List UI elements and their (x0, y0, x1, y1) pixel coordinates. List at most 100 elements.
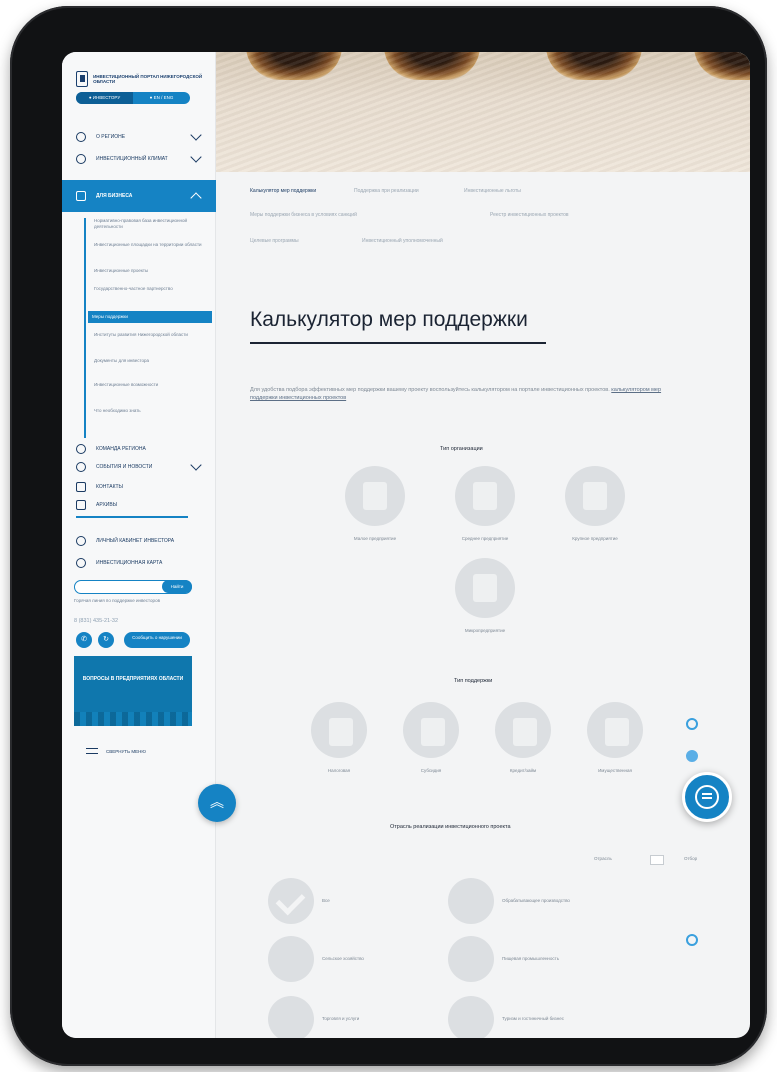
chat-button[interactable] (682, 772, 732, 822)
industry-option[interactable]: Обрабатывающее производство (448, 878, 628, 924)
support-type-label: Имущественная (598, 768, 632, 773)
collapse-icon (86, 748, 98, 754)
subnav-item[interactable]: Институты развития Нижегородской области (94, 332, 206, 338)
support-type-title: Тип поддержки (454, 678, 493, 684)
tab-calculator[interactable]: Калькулятор мер поддержки (250, 188, 316, 194)
search-button[interactable]: Найти (162, 580, 192, 593)
trade-icon (268, 996, 314, 1038)
report-violation-button[interactable]: Сообщить о нарушении (124, 632, 190, 648)
sidebar-item-news[interactable]: СОБЫТИЯ И НОВОСТИ (76, 458, 206, 476)
tab-invest-benefits[interactable]: Инвестиционные льготы (464, 188, 521, 194)
industry-label: Торговля и услуги (322, 1016, 360, 1022)
sidebar-item-label: ИНВЕСТИЦИОННАЯ КАРТА (96, 560, 163, 566)
industry-label: Сельское хозяйство (322, 956, 364, 962)
coat-of-arms-icon (76, 71, 89, 87)
scroll-to-top-button[interactable]: ︽ (198, 784, 236, 822)
industry-label: Обрабатывающее производство (502, 898, 570, 904)
lang-option-investor[interactable]: ● ИНВЕСТОРУ (76, 92, 133, 104)
phone-icon[interactable]: ✆ (76, 632, 92, 648)
subnav-item-active[interactable]: Меры поддержки (88, 311, 212, 323)
sidebar-item-label: ДЛЯ БИЗНЕСА (96, 193, 133, 199)
person-icon (76, 132, 86, 142)
tab-invest-ombudsman[interactable]: Инвестиционный уполномоченный (362, 238, 443, 244)
tab-sanctions-support[interactable]: Меры поддержки бизнеса в условиях санкци… (250, 212, 357, 218)
language-toggle[interactable]: ● ИНВЕСТОРУ ● EN / ENG (76, 92, 190, 104)
radio-option-selected[interactable] (686, 750, 698, 762)
support-type-option[interactable]: Имущественная (560, 702, 670, 773)
sidebar-item-label: СОБЫТИЯ И НОВОСТИ (96, 464, 153, 470)
intro-text: Для удобства подбора эффективных мер под… (250, 387, 610, 393)
hero-image (216, 52, 750, 172)
industry-option[interactable]: Сельское хозяйство (268, 936, 448, 982)
subnav-item[interactable]: Инвестиционные проекты (94, 268, 206, 274)
contacts-icon (76, 482, 86, 492)
sort-toggle[interactable] (650, 855, 664, 865)
subnav-item[interactable]: Инвестиционные возможности (94, 382, 206, 388)
sidebar-subnav: Нормативно-правовая база инвестиционной … (84, 218, 212, 438)
subnav-item[interactable]: Инвестиционные площадки на территории об… (94, 242, 206, 248)
org-type-label: Микропредприятие (464, 628, 506, 633)
org-type-option[interactable]: Малое предприятие (320, 466, 430, 541)
org-type-option[interactable]: Среднее предприятие (430, 466, 540, 541)
promo-decoration (74, 712, 192, 726)
industry-label: Все (322, 898, 330, 904)
radio-option[interactable] (686, 718, 698, 730)
subnav-item[interactable]: Государственно-частное партнерство (94, 286, 206, 292)
sidebar-item-team[interactable]: КОМАНДА РЕГИОНА (76, 440, 206, 458)
sidebar-item-investor-cabinet[interactable]: ЛИЧНЫЙ КАБИНЕТ ИНВЕСТОРА (76, 532, 206, 550)
small-business-icon (345, 466, 405, 526)
sort-label-left: Отрасль (594, 856, 612, 861)
industry-title: Отрасль реализации инвестиционного проек… (390, 824, 511, 830)
org-type-option[interactable]: Микропредприятие (430, 558, 540, 633)
screen: ИНВЕСТИЦИОННЫЙ ПОРТАЛ НИЖЕГОРОДСКОЙ ОБЛА… (62, 52, 750, 1038)
promo-text: ВОПРОСЫ В ПРЕДПРИЯТИЯХ ОБЛАСТИ (82, 676, 184, 682)
sidebar-item-business[interactable]: ДЛЯ БИЗНЕСА (62, 180, 216, 212)
chevron-down-icon (190, 459, 202, 471)
org-type-label: Малое предприятие (353, 536, 397, 541)
search-input[interactable]: Найти (74, 580, 192, 594)
subnav-item[interactable]: Что необходимо знать (94, 408, 206, 414)
subnav-item[interactable]: Нормативно-правовая база инвестиционной … (94, 218, 206, 229)
radio-option[interactable] (686, 934, 698, 946)
divider (76, 516, 188, 518)
industry-option[interactable]: Все (268, 878, 448, 924)
sidebar-item-invest-map[interactable]: ИНВЕСТИЦИОННАЯ КАРТА (76, 554, 206, 572)
chat-icon (695, 785, 719, 809)
sidebar-item-contacts[interactable]: КОНТАКТЫ (76, 478, 206, 496)
sidebar-item-label: КОНТАКТЫ (96, 484, 123, 490)
chevron-down-icon (190, 151, 202, 163)
loan-card-icon (495, 702, 551, 758)
org-type-option[interactable]: Крупное предприятие (540, 466, 650, 541)
sidebar-item-region[interactable]: О РЕГИОНЕ (76, 128, 206, 146)
site-logo[interactable]: ИНВЕСТИЦИОННЫЙ ПОРТАЛ НИЖЕГОРОДСКОЙ ОБЛА… (76, 68, 204, 90)
sidebar-item-archive[interactable]: АРХИВЫ (76, 496, 206, 514)
tablet-frame: ИНВЕСТИЦИОННЫЙ ПОРТАЛ НИЖЕГОРОДСКОЙ ОБЛА… (10, 6, 767, 1066)
logo-text: ИНВЕСТИЦИОННЫЙ ПОРТАЛ НИЖЕГОРОДСКОЙ ОБЛА… (93, 73, 203, 85)
org-type-label: Среднее предприятие (461, 536, 509, 541)
tab-implementation-support[interactable]: Поддержка при реализации (354, 188, 419, 194)
industry-option[interactable]: Торговля и услуги (268, 996, 448, 1038)
tab-target-programs[interactable]: Целевые программы (250, 238, 299, 244)
sort-label-right: Отбор (684, 856, 698, 861)
tax-bag-icon (311, 702, 367, 758)
medium-business-icon (455, 466, 515, 526)
promo-banner[interactable]: ВОПРОСЫ В ПРЕДПРИЯТИЯХ ОБЛАСТИ (74, 656, 192, 726)
collapse-menu-button[interactable]: СВЕРНУТЬ МЕНЮ (86, 748, 146, 754)
industry-option[interactable]: Пищевая промышленность (448, 936, 628, 982)
industry-sort[interactable]: Отрасль Отбор (594, 855, 714, 866)
agriculture-icon (268, 936, 314, 982)
factory-icon (448, 878, 494, 924)
title-underline (250, 342, 546, 344)
refresh-icon[interactable]: ↻ (98, 632, 114, 648)
team-icon (76, 444, 86, 454)
tab-project-registry[interactable]: Реестр инвестиционных проектов (490, 212, 569, 218)
sidebar-item-label: О РЕГИОНЕ (96, 134, 126, 140)
lang-option-en[interactable]: ● EN / ENG (133, 92, 190, 104)
briefcase-icon (76, 191, 86, 201)
hotline-label: Горячая линия по поддержке инвесторов (74, 598, 160, 603)
industry-option[interactable]: Туризм и гостиничный бизнес (448, 996, 628, 1038)
hotline-phone[interactable]: 8 (831) 435-21-32 (74, 618, 118, 624)
subnav-item[interactable]: Документы для инвестора (94, 358, 206, 364)
hero-texture (216, 52, 750, 172)
sidebar-item-invest-climate[interactable]: ИНВЕСТИЦИОННЫЙ КЛИМАТ (76, 150, 206, 168)
